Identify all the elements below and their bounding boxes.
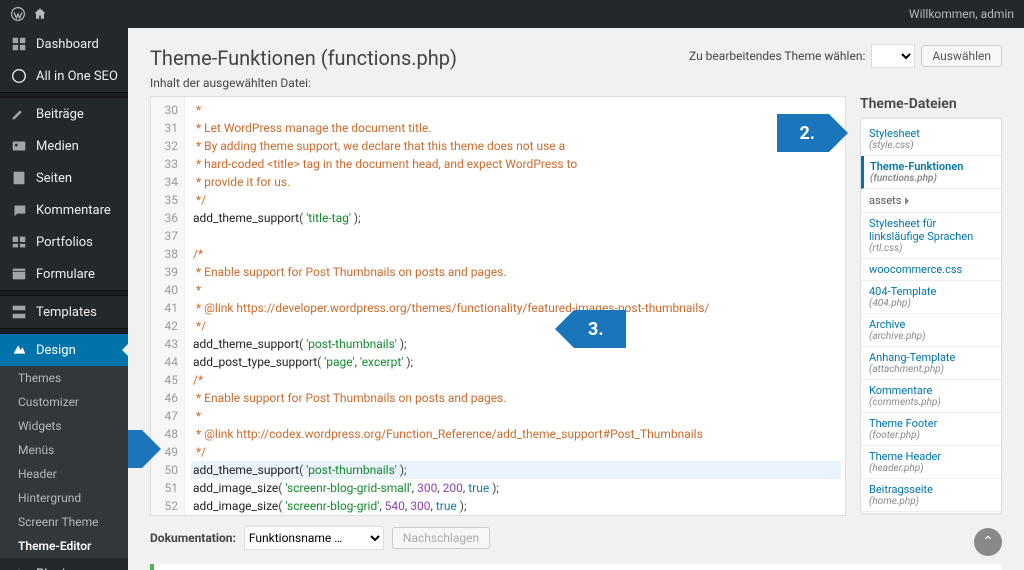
content-area: Theme-Funktionen (functions.php) Zu bear…: [128, 28, 1024, 570]
file-dir[interactable]: assets: [861, 189, 1001, 213]
sidebar-item-plugins[interactable]: Plugins: [0, 558, 128, 570]
annotation-3: 3.: [536, 310, 626, 348]
file-item[interactable]: 404-Template(404.php): [861, 281, 1001, 314]
sidebar-item-dashboard[interactable]: Dashboard: [0, 28, 128, 60]
sidebar-sub-themes[interactable]: Themes: [0, 366, 128, 390]
file-info: Inhalt der ausgewählten Datei:: [150, 76, 1002, 90]
sidebar-sub-screenr-theme[interactable]: Screenr Theme: [0, 510, 128, 534]
theme-select-label: Zu bearbeitendes Theme wählen:: [689, 49, 865, 63]
menu-icon: [10, 565, 28, 570]
file-item[interactable]: woocommerce.css: [861, 259, 1001, 281]
file-dir[interactable]: inc: [861, 512, 1001, 514]
file-item[interactable]: Theme Header(header.php): [861, 446, 1001, 479]
sidebar-sub-theme-editor[interactable]: Theme-Editor: [0, 534, 128, 558]
lookup-button: Nachschlagen: [392, 527, 490, 549]
file-item[interactable]: Theme-Funktionen(functions.php): [861, 156, 1001, 189]
docs-label: Dokumentation:: [150, 531, 236, 545]
admin-bar: Willkommen, admin: [0, 0, 1024, 28]
docs-select[interactable]: Funktionsname …: [244, 526, 384, 550]
menu-icon: [10, 233, 28, 251]
file-item[interactable]: Stylesheet(style.css): [861, 123, 1001, 156]
admin-sidebar: DashboardAll in One SEO BeiträgeMedienSei…: [0, 28, 128, 570]
sidebar-item-templates[interactable]: Templates: [0, 296, 128, 328]
menu-icon: [10, 105, 28, 123]
sidebar-sub-hintergrund[interactable]: Hintergrund: [0, 486, 128, 510]
sidebar-sub-header[interactable]: Header: [0, 462, 128, 486]
menu-icon: [10, 201, 28, 219]
theme-files-panel: Theme-Dateien Stylesheet(style.css)Theme…: [860, 96, 1002, 514]
menu-icon: [10, 341, 28, 359]
menu-icon: [10, 169, 28, 187]
sidebar-item-portfolios[interactable]: Portfolios: [0, 226, 128, 258]
sidebar-item-beiträge[interactable]: Beiträge: [0, 98, 128, 130]
select-theme-button[interactable]: Auswählen: [921, 45, 1002, 67]
sidebar-sub-menüs[interactable]: Menüs: [0, 438, 128, 462]
theme-select[interactable]: [871, 44, 915, 68]
menu-icon: [10, 35, 28, 53]
sidebar-item-kommentare[interactable]: Kommentare: [0, 194, 128, 226]
menu-icon: [10, 67, 28, 85]
sidebar-item-medien[interactable]: Medien: [0, 130, 128, 162]
file-item[interactable]: Kommentare(comments.php): [861, 380, 1001, 413]
code-editor[interactable]: 3031323334353637383940414243444546474849…: [150, 96, 846, 516]
wordpress-icon[interactable]: [10, 6, 26, 22]
annotation-2: 2.: [777, 114, 867, 152]
annotation-1: 1.: [128, 430, 180, 468]
sidebar-item-seiten[interactable]: Seiten: [0, 162, 128, 194]
sidebar-item-all-in-one-seo[interactable]: All in One SEO: [0, 60, 128, 92]
menu-icon: [10, 303, 28, 321]
file-item[interactable]: Anhang-Template(attachment.php): [861, 347, 1001, 380]
theme-files-heading: Theme-Dateien: [860, 96, 1002, 112]
welcome-text[interactable]: Willkommen, admin: [909, 7, 1014, 21]
success-notice: Die Datei wurde erfolgreich bearbeitet. …: [150, 564, 1002, 570]
sidebar-sub-widgets[interactable]: Widgets: [0, 414, 128, 438]
sidebar-sub-customizer[interactable]: Customizer: [0, 390, 128, 414]
scroll-to-top[interactable]: ⌃: [974, 528, 1002, 556]
menu-icon: [10, 265, 28, 283]
file-item[interactable]: Beitragsseite(home.php): [861, 479, 1001, 512]
file-item[interactable]: Stylesheet für linksläufige Sprachen(rtl…: [861, 213, 1001, 259]
file-item[interactable]: Archive(archive.php): [861, 314, 1001, 347]
menu-icon: [10, 137, 28, 155]
home-icon[interactable]: [32, 6, 48, 22]
sidebar-item-design[interactable]: Design: [0, 334, 128, 366]
sidebar-item-formulare[interactable]: Formulare: [0, 258, 128, 290]
chevron-right-icon: [905, 197, 913, 205]
file-item[interactable]: Theme Footer(footer.php): [861, 413, 1001, 446]
